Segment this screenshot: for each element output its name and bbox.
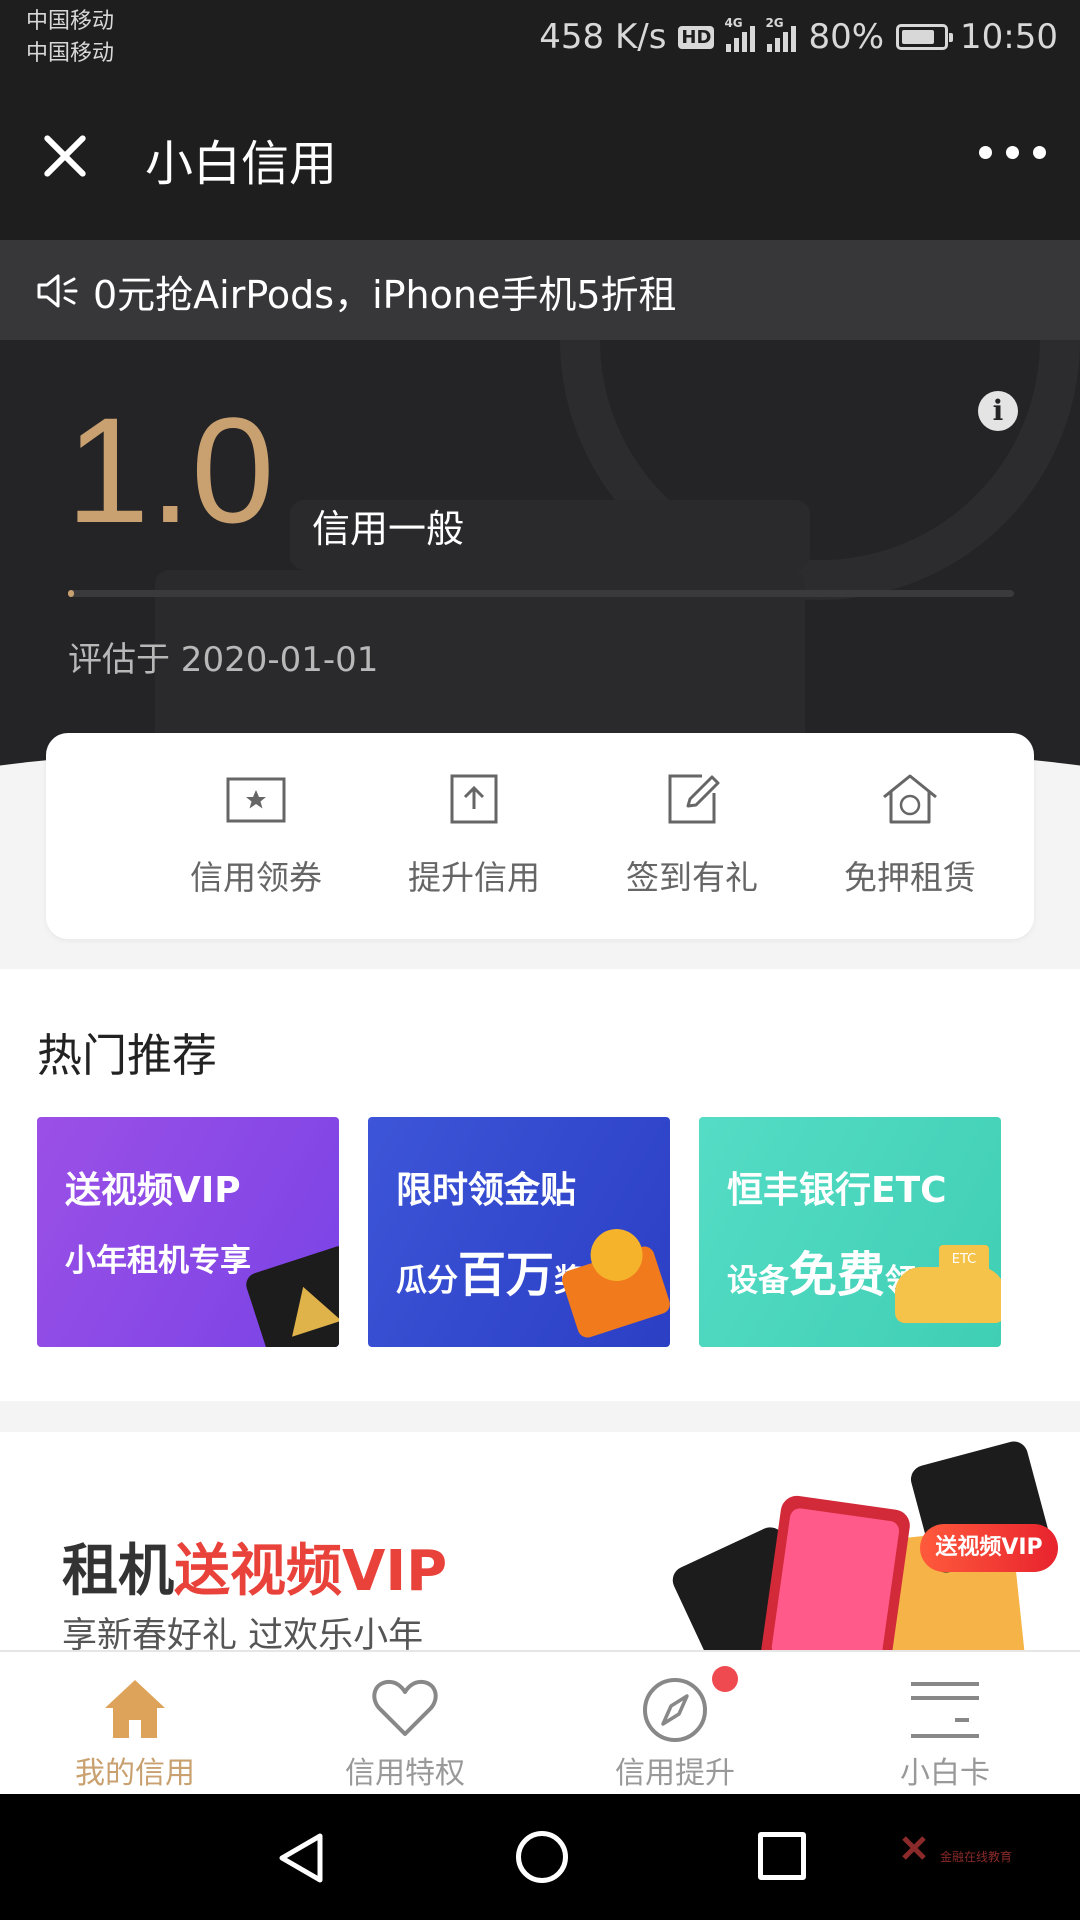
action-label: 信用领券 <box>190 858 322 897</box>
signal-4g-icon: 4G <box>724 16 756 52</box>
action-deposit-free-rental[interactable]: 免押租赁 <box>820 773 1000 899</box>
credit-level: 信用一般 <box>312 507 465 551</box>
banner-subtitle: 享新春好礼 过欢乐小年 <box>62 1616 424 1650</box>
status-indicators: 458 K/s HD 4G 2G 80% 10:50 <box>539 14 1058 60</box>
promo-card-bonus[interactable]: 限时领金贴 瓜分百万奖池 <box>368 1117 670 1347</box>
credit-hero: 0元抢AirPods，iPhone手机5折租 i 1.0 信用一般 评估于 20… <box>0 240 1080 770</box>
action-label: 提升信用 <box>408 858 540 897</box>
battery-icon <box>896 24 954 50</box>
promo-subtitle: 小年租机专享 <box>65 1243 251 1279</box>
coupon-icon <box>226 777 286 823</box>
action-credit-coupon[interactable]: 信用领券 <box>166 773 346 899</box>
page-title: 小白信用 <box>145 136 338 192</box>
vip-card-icon <box>243 1242 339 1347</box>
home-button-icon[interactable] <box>516 1831 568 1883</box>
card-icon <box>911 1682 979 1738</box>
bottom-nav: 我的信用 信用特权 信用提升 小白卡 <box>0 1650 1080 1796</box>
clock: 10:50 <box>960 17 1058 57</box>
hd-icon: HD <box>678 25 715 49</box>
nav-my-credit[interactable]: 我的信用 <box>0 1652 270 1796</box>
credit-score: 1.0 <box>66 386 275 554</box>
etc-tag: ETC <box>939 1245 989 1275</box>
action-checkin-gift[interactable]: 签到有礼 <box>602 773 782 899</box>
title-bar: 小白信用 <box>0 78 1080 240</box>
carrier-2: 中国移动 <box>26 41 115 66</box>
action-label: 签到有礼 <box>626 858 758 897</box>
speaker-icon <box>37 274 78 308</box>
notification-badge <box>712 1666 738 1692</box>
nav-label: 信用提升 <box>615 1756 735 1791</box>
promo-title: 恒丰银行ETC <box>727 1170 947 1211</box>
home-icon <box>105 1680 165 1738</box>
carrier-info: 中国移动 中国移动 <box>26 6 114 70</box>
credit-progress-fill <box>68 590 74 597</box>
nav-label: 我的信用 <box>75 1756 195 1791</box>
house-icon <box>883 774 937 824</box>
back-icon[interactable] <box>276 1830 332 1886</box>
edit-icon <box>668 774 720 824</box>
banner-title: 租机送视频VIP <box>62 1539 448 1604</box>
credit-progress-bar <box>68 590 1014 597</box>
nav-credit-boost[interactable]: 信用提升 <box>540 1652 810 1796</box>
carrier-1: 中国移动 <box>26 9 115 34</box>
phone-illustration <box>758 1493 912 1650</box>
watermark: 金融在线教育 <box>900 1834 1030 1874</box>
notice-bar[interactable]: 0元抢AirPods，iPhone手机5折租 <box>0 240 1080 340</box>
notice-text: 0元抢AirPods，iPhone手机5折租 <box>93 273 677 317</box>
info-icon[interactable]: i <box>978 391 1018 431</box>
nav-label: 信用特权 <box>345 1756 465 1791</box>
promo-card-vip[interactable]: 送视频VIP 小年租机专享 <box>37 1117 339 1347</box>
vip-badge: 送视频VIP <box>920 1524 1058 1572</box>
section-title: 热门推荐 <box>37 1029 218 1082</box>
promo-subtitle: 设备免费领 <box>727 1247 916 1303</box>
nav-credit-privileges[interactable]: 信用特权 <box>270 1652 540 1796</box>
promo-title: 限时领金贴 <box>396 1170 577 1211</box>
status-bar: 中国移动 中国移动 458 K/s HD 4G 2G 80% 10:50 <box>0 0 1080 78</box>
recent-apps-icon[interactable] <box>758 1832 806 1880</box>
quick-actions-card: 信用领券 提升信用 签到有礼 免押租赁 <box>46 733 1034 939</box>
battery-percent: 80% <box>808 17 885 57</box>
system-nav-bar: 金融在线教育 <box>0 1794 1080 1920</box>
evaluation-date: 评估于 2020-01-01 <box>68 640 379 680</box>
nav-xiaobai-card[interactable]: 小白卡 <box>810 1652 1080 1796</box>
heart-icon <box>372 1679 438 1736</box>
network-speed: 458 K/s <box>539 17 667 57</box>
watermark-logo-icon <box>902 1836 926 1860</box>
car-icon <box>895 1267 1001 1323</box>
promo-banner[interactable]: 租机送视频VIP 享新春好礼 过欢乐小年 送视频VIP <box>0 1432 1080 1650</box>
signal-2g-icon: 2G <box>765 16 797 52</box>
nav-label: 小白卡 <box>900 1756 990 1791</box>
upload-icon <box>450 774 498 824</box>
more-options-button[interactable] <box>979 146 1046 159</box>
promo-title: 送视频VIP <box>65 1170 241 1211</box>
hot-recommendations: 热门推荐 送视频VIP 小年租机专享 限时领金贴 瓜分百万奖池 恒丰银行ETC … <box>0 969 1080 1401</box>
compass-icon <box>643 1678 707 1742</box>
promo-card-etc[interactable]: 恒丰银行ETC 设备免费领 ETC <box>699 1117 1001 1347</box>
close-button[interactable] <box>40 131 90 181</box>
action-boost-credit[interactable]: 提升信用 <box>384 773 564 899</box>
action-label: 免押租赁 <box>844 858 976 897</box>
